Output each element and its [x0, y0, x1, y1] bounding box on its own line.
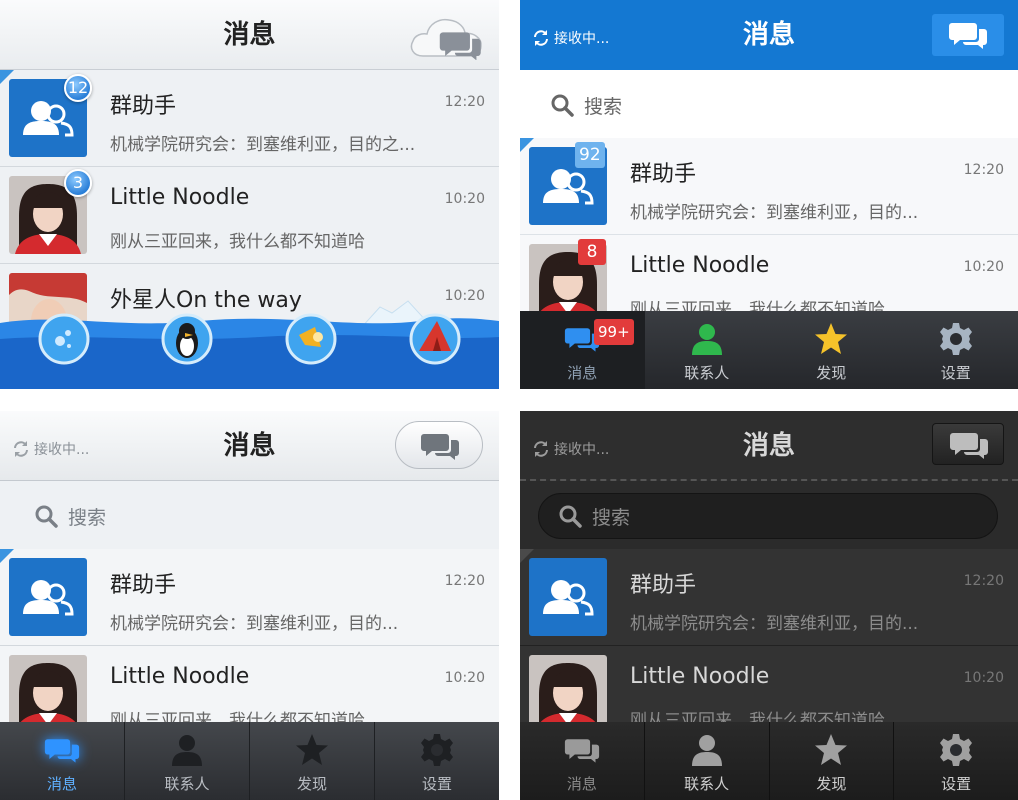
- tab-label: 发现: [296, 775, 327, 793]
- tab-messages[interactable]: 消息: [0, 722, 125, 800]
- star-icon: [294, 732, 330, 768]
- panel-wave-theme: 消息 12 群助手 机械学院研究会：到塞维利亚，目的之... 12:20 3 L…: [0, 0, 499, 389]
- conversation-name: 群助手: [110, 573, 177, 598]
- message-time: 10:20: [963, 670, 1004, 686]
- chat-bubbles-icon: [564, 732, 600, 768]
- conversation-name: Little Noodle: [110, 664, 250, 689]
- conversation-row[interactable]: 3 Little Noodle 刚从三亚回来，我什么都不知道哈 10:20: [0, 167, 499, 264]
- tab-label: 联系人: [684, 364, 730, 382]
- unread-badge: 3: [64, 169, 92, 197]
- tab-label: 设置: [940, 364, 971, 382]
- ocean-tabbar: [0, 299, 499, 389]
- message-time: 10:20: [444, 670, 485, 686]
- megaphone-ball-icon[interactable]: [285, 313, 337, 365]
- panel-dark-theme: 接收中... 消息 搜索 群助手 机械学院研究会：到塞维利亚，目的... 12:…: [520, 411, 1018, 800]
- unread-badge: 8: [578, 239, 606, 265]
- header: 消息: [0, 0, 499, 70]
- unread-badge: 99+: [594, 319, 634, 345]
- message-time: 12:20: [444, 573, 485, 589]
- message-time: 12:20: [963, 162, 1004, 178]
- search-bar[interactable]: 搜索: [520, 70, 1018, 140]
- conversation-name: 群助手: [630, 573, 697, 598]
- tab-label: 消息: [566, 775, 597, 793]
- group-avatar-icon: [529, 558, 607, 636]
- tab-bar: 99+ 消息 联系人 发现 设置: [520, 311, 1018, 389]
- conversation-name: Little Noodle: [630, 253, 770, 278]
- search-icon: [558, 504, 582, 528]
- tab-messages[interactable]: 消息: [520, 722, 645, 800]
- tab-label: 联系人: [164, 775, 210, 793]
- bubble-ball-icon[interactable]: [38, 313, 90, 365]
- tab-label: 设置: [421, 775, 452, 793]
- message-preview: 机械学院研究会：到塞维利亚，目的...: [630, 614, 919, 634]
- conversation-name: Little Noodle: [110, 185, 250, 210]
- search-icon: [550, 93, 574, 117]
- tab-discover[interactable]: 发现: [769, 311, 894, 389]
- conversation-row[interactable]: 12 群助手 机械学院研究会：到塞维利亚，目的之... 12:20: [0, 70, 499, 167]
- tab-contacts[interactable]: 联系人: [125, 722, 250, 800]
- panel-light-theme: 接收中... 消息 搜索 群助手 机械学院研究会：到塞维利亚，目的... 12:…: [0, 411, 499, 800]
- tab-label: 发现: [816, 364, 847, 382]
- message-preview: 刚从三亚回来，我什么都不知道哈: [110, 232, 365, 252]
- gear-icon: [938, 732, 974, 768]
- tab-contacts[interactable]: 联系人: [645, 311, 770, 389]
- chat-bubbles-icon[interactable]: [932, 14, 1004, 56]
- chat-bubbles-icon[interactable]: [932, 423, 1004, 465]
- tab-label: 消息: [46, 775, 77, 793]
- contacts-icon: [689, 732, 725, 768]
- search-input[interactable]: 搜索: [584, 92, 622, 119]
- group-avatar-icon: [9, 558, 87, 636]
- header: 接收中... 消息: [520, 411, 1018, 481]
- conversation-row[interactable]: 群助手 机械学院研究会：到塞维利亚，目的... 12:20: [520, 549, 1018, 646]
- message-preview: 机械学院研究会：到塞维利亚，目的...: [110, 614, 399, 634]
- tab-messages[interactable]: 99+ 消息: [520, 311, 645, 389]
- tent-ball-icon[interactable]: [409, 313, 461, 365]
- cloud-icon[interactable]: [407, 14, 485, 60]
- contacts-icon: [169, 732, 205, 768]
- message-preview: 机械学院研究会：到塞维利亚，目的...: [630, 203, 919, 223]
- gear-icon: [938, 321, 974, 357]
- tab-label: 设置: [941, 775, 972, 793]
- tab-label: 联系人: [684, 775, 730, 793]
- tab-label: 发现: [816, 775, 847, 793]
- message-time: 12:20: [963, 573, 1004, 589]
- panel-blue-theme: 接收中... 消息 搜索 92 群助手 机械学院研究会：到塞维利亚，目的... …: [520, 0, 1018, 389]
- contacts-icon: [689, 321, 725, 357]
- conversation-row[interactable]: 群助手 机械学院研究会：到塞维利亚，目的... 12:20: [0, 549, 499, 646]
- tab-label: 消息: [567, 364, 598, 382]
- message-time: 12:20: [444, 94, 485, 110]
- conversation-name: 群助手: [630, 162, 697, 187]
- conversation-name: Little Noodle: [630, 664, 770, 689]
- star-icon: [813, 321, 849, 357]
- conversation-name: 群助手: [110, 94, 177, 119]
- search-bar[interactable]: 搜索: [0, 481, 499, 551]
- conversation-row[interactable]: 92 群助手 机械学院研究会：到塞维利亚，目的... 12:20: [520, 138, 1018, 235]
- search-input[interactable]: 搜索: [68, 503, 106, 530]
- chat-bubbles-icon[interactable]: [395, 421, 483, 469]
- search-bar[interactable]: 搜索: [520, 483, 1018, 549]
- chat-bubbles-icon: [44, 732, 80, 768]
- search-icon: [34, 504, 58, 528]
- penguin-ball-icon[interactable]: [161, 313, 213, 365]
- tab-settings[interactable]: 设置: [894, 722, 1018, 800]
- message-preview: 机械学院研究会：到塞维利亚，目的之...: [110, 135, 416, 155]
- message-time: 10:20: [444, 191, 485, 207]
- tab-settings[interactable]: 设置: [894, 311, 1018, 389]
- tab-contacts[interactable]: 联系人: [645, 722, 770, 800]
- tab-discover[interactable]: 发现: [770, 722, 895, 800]
- search-input[interactable]: 搜索: [592, 503, 630, 530]
- unread-badge: 92: [575, 142, 605, 168]
- tab-discover[interactable]: 发现: [250, 722, 375, 800]
- star-icon: [813, 732, 849, 768]
- header: 接收中... 消息: [520, 0, 1018, 70]
- tab-bar: 消息 联系人 发现 设置: [0, 722, 499, 800]
- tab-bar: 消息 联系人 发现 设置: [520, 722, 1018, 800]
- header: 接收中... 消息: [0, 411, 499, 481]
- tab-settings[interactable]: 设置: [375, 722, 499, 800]
- message-time: 10:20: [963, 259, 1004, 275]
- gear-icon: [419, 732, 455, 768]
- unread-badge: 12: [64, 74, 92, 102]
